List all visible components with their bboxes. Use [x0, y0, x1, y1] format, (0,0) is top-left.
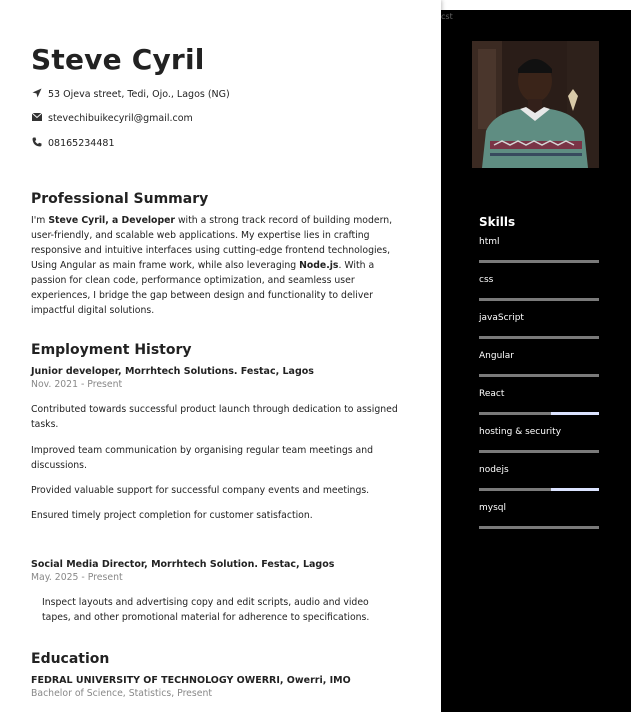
email-text[interactable]: stevechibuikecyril@gmail.com: [48, 113, 193, 124]
skill-level-bar: [479, 526, 599, 529]
summary-name: Steve Cyril, a Developer: [48, 215, 175, 226]
job-bullet: Inspect layouts and advertising copy and…: [42, 597, 370, 623]
summary-paragraph: I'm Steve Cyril, a Developer with a stro…: [31, 213, 396, 318]
job-title: Junior developer, Morrhtech Solutions. F…: [31, 366, 314, 377]
skill-item: React: [479, 389, 599, 415]
education-heading: Education: [31, 651, 110, 667]
phone-text[interactable]: 08165234481: [48, 138, 115, 149]
education-school: FEDRAL UNIVERSITY OF TECHNOLOGY OWERRI, …: [31, 675, 351, 686]
skill-level-bar: [479, 488, 599, 491]
skill-name: mysql: [479, 503, 506, 513]
skill-item: Angular: [479, 351, 599, 377]
job-date: Nov. 2021 - Present: [31, 379, 123, 390]
address-text: 53 Ojeva street, Tedi, Ojo., Lagos (NG): [48, 89, 230, 100]
job-title: Social Media Director, Morrhtech Solutio…: [31, 559, 335, 570]
location-arrow-icon: [31, 88, 43, 101]
skill-level-remainder: [551, 412, 599, 415]
skill-item: hosting & security: [479, 427, 599, 453]
skills-heading: Skills: [479, 215, 516, 229]
skill-item: html: [479, 237, 599, 263]
skill-level-bar: [479, 450, 599, 453]
skill-level-bar: [479, 412, 599, 415]
skill-level-remainder: [551, 488, 599, 491]
phone-row: 08165234481: [31, 137, 115, 150]
skill-name: nodejs: [479, 465, 509, 475]
envelope-icon: [31, 112, 43, 124]
summary-node: Node.js: [299, 260, 339, 271]
education-degree: Bachelor of Science, Statistics, Present: [31, 688, 213, 699]
summary-heading: Professional Summary: [31, 191, 209, 207]
skill-item: nodejs: [479, 465, 599, 491]
email-row: stevechibuikecyril@gmail.com: [31, 112, 193, 124]
skill-level-bar: [479, 336, 599, 339]
skill-name: Angular: [479, 351, 514, 361]
summary-intro: I'm: [31, 215, 49, 226]
employment-heading: Employment History: [31, 342, 192, 358]
profile-photo: [472, 41, 599, 168]
skill-name: javaScript: [479, 313, 524, 323]
skill-name: html: [479, 237, 500, 247]
job-date: May. 2025 - Present: [31, 572, 123, 583]
job-bullet: Ensured timely project completion for cu…: [31, 510, 313, 521]
job-bullet: Provided valuable support for successful…: [31, 485, 370, 496]
job-bullet: Contributed towards successful product l…: [31, 404, 398, 430]
skill-name: css: [479, 275, 494, 285]
address-row: 53 Ojeva street, Tedi, Ojo., Lagos (NG): [31, 88, 230, 101]
skill-item: mysql: [479, 503, 599, 529]
phone-icon: [31, 137, 43, 150]
skill-item: css: [479, 275, 599, 301]
skill-level-bar: [479, 298, 599, 301]
skill-level-bar: [479, 260, 599, 263]
sidebar-top-label: cst: [441, 12, 453, 21]
resume-name: Steve Cyril: [31, 43, 205, 76]
skill-level-bar: [479, 374, 599, 377]
skill-name: hosting & security: [479, 427, 562, 437]
job-bullet: Improved team communication by organisin…: [31, 445, 374, 471]
skill-name: React: [479, 389, 505, 399]
skill-item: javaScript: [479, 313, 599, 339]
